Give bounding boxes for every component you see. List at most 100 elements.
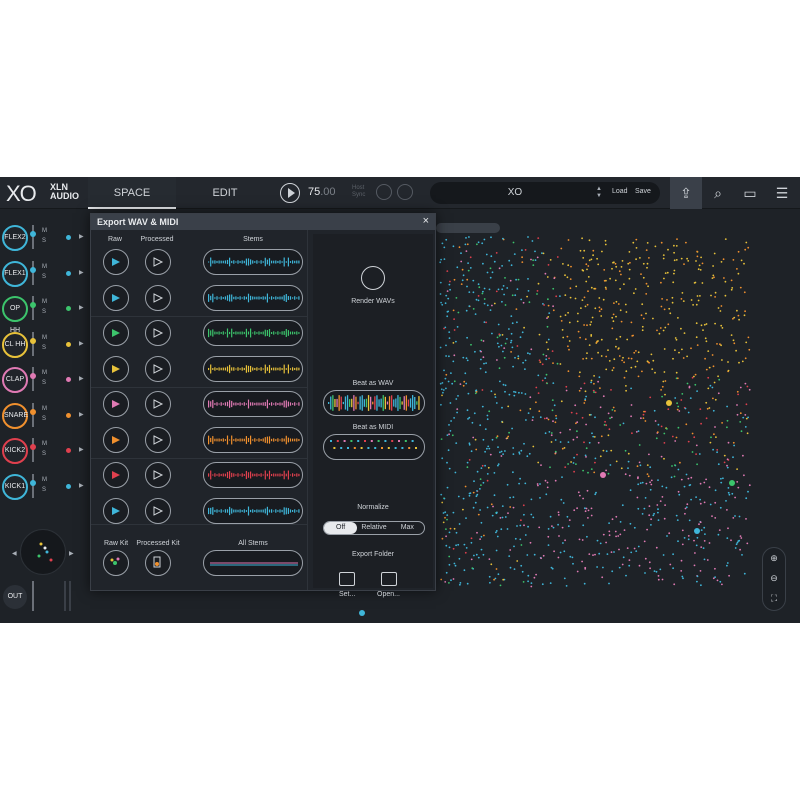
- sample-dot[interactable]: [639, 482, 642, 484]
- sample-dot[interactable]: [617, 303, 620, 305]
- sample-dot[interactable]: [592, 435, 595, 438]
- sample-dot[interactable]: [440, 438, 443, 440]
- sample-dot[interactable]: [484, 371, 487, 374]
- sample-dot[interactable]: [623, 283, 625, 286]
- sample-dot[interactable]: [491, 332, 493, 335]
- sample-dot[interactable]: [481, 389, 484, 391]
- sample-dot[interactable]: [585, 263, 588, 266]
- sample-dot[interactable]: [605, 541, 607, 544]
- sample-dot[interactable]: [552, 362, 554, 364]
- sample-dot[interactable]: [474, 350, 476, 353]
- sample-dot[interactable]: [472, 491, 475, 494]
- sample-dot[interactable]: [573, 470, 575, 473]
- sample-dot[interactable]: [446, 518, 448, 521]
- sample-dot[interactable]: [445, 238, 448, 241]
- sample-dot[interactable]: [508, 555, 511, 557]
- sample-dot[interactable]: [697, 299, 700, 302]
- sample-dot[interactable]: [445, 294, 448, 297]
- sample-dot[interactable]: [622, 422, 625, 425]
- sample-dot[interactable]: [597, 263, 600, 266]
- sample-dot[interactable]: [675, 245, 678, 247]
- sample-dot[interactable]: [691, 432, 694, 435]
- sample-dot[interactable]: [513, 394, 516, 397]
- sample-dot[interactable]: [466, 466, 469, 469]
- sample-dot[interactable]: [519, 524, 522, 527]
- sample-dot[interactable]: [720, 477, 722, 480]
- sample-dot[interactable]: [557, 523, 559, 526]
- stem-drag-pill[interactable]: [203, 462, 303, 488]
- sample-dot[interactable]: [517, 278, 520, 281]
- sample-dot[interactable]: [618, 355, 621, 357]
- sample-dot[interactable]: [541, 379, 544, 382]
- sample-dot[interactable]: [519, 409, 522, 412]
- sample-dot[interactable]: [495, 512, 498, 515]
- sample-dot[interactable]: [736, 413, 739, 416]
- sample-dot[interactable]: [555, 417, 558, 420]
- sample-dot[interactable]: [587, 276, 590, 278]
- sample-dot[interactable]: [476, 243, 478, 246]
- sample-dot[interactable]: [657, 479, 659, 481]
- sample-dot[interactable]: [488, 447, 491, 450]
- sample-dot[interactable]: [673, 272, 675, 275]
- sample-dot[interactable]: [687, 411, 690, 414]
- sample-dot[interactable]: [459, 582, 462, 584]
- sample-dot[interactable]: [674, 337, 677, 339]
- raw-drag-icon[interactable]: [103, 249, 129, 275]
- sample-dot[interactable]: [653, 512, 655, 515]
- sample-dot[interactable]: [583, 382, 586, 385]
- normalize-relative-option[interactable]: Relative: [357, 522, 390, 534]
- sample-dot[interactable]: [673, 244, 675, 247]
- sample-dot[interactable]: [607, 412, 610, 415]
- sample-dot[interactable]: [717, 463, 720, 466]
- sample-dot[interactable]: [493, 302, 496, 305]
- sample-dot[interactable]: [643, 507, 646, 510]
- sample-dot[interactable]: [680, 399, 683, 401]
- sample-dot[interactable]: [744, 414, 747, 416]
- sample-dot[interactable]: [615, 345, 617, 348]
- sample-dot[interactable]: [523, 442, 525, 445]
- sample-dot[interactable]: [642, 276, 645, 279]
- sample-dot[interactable]: [464, 243, 467, 246]
- sample-dot[interactable]: [627, 262, 630, 265]
- sample-dot[interactable]: [584, 566, 587, 569]
- sample-dot[interactable]: [619, 309, 622, 312]
- sample-dot[interactable]: [490, 255, 493, 258]
- sample-dot[interactable]: [547, 535, 550, 538]
- sample-dot[interactable]: [717, 307, 720, 309]
- sample-dot[interactable]: [453, 354, 456, 357]
- sample-dot[interactable]: [441, 382, 444, 384]
- sample-dot[interactable]: [586, 268, 588, 271]
- sample-dot[interactable]: [481, 405, 484, 408]
- sample-dot[interactable]: [714, 567, 716, 570]
- sample-dot[interactable]: [712, 274, 715, 277]
- sample-dot[interactable]: [723, 277, 725, 279]
- sample-dot[interactable]: [486, 271, 489, 274]
- sample-dot[interactable]: [671, 296, 674, 299]
- sample-dot[interactable]: [467, 269, 470, 272]
- sample-dot[interactable]: [551, 350, 554, 352]
- sample-dot[interactable]: [488, 410, 491, 413]
- sample-dot[interactable]: [496, 435, 499, 438]
- sample-dot[interactable]: [547, 264, 550, 266]
- sample-dot[interactable]: [653, 409, 656, 412]
- sample-dot[interactable]: [703, 323, 706, 326]
- sample-dot[interactable]: [487, 466, 490, 469]
- sample-dot[interactable]: [623, 361, 625, 364]
- sample-dot[interactable]: [646, 360, 649, 363]
- sample-dot[interactable]: [466, 243, 469, 246]
- sample-dot[interactable]: [463, 569, 466, 572]
- sample-dot[interactable]: [652, 359, 655, 362]
- sample-dot[interactable]: [555, 414, 557, 417]
- sample-dot[interactable]: [667, 248, 669, 251]
- sample-dot[interactable]: [573, 456, 575, 459]
- normalize-max-option[interactable]: Max: [391, 522, 424, 534]
- sample-dot[interactable]: [447, 297, 450, 300]
- sample-dot[interactable]: [525, 419, 527, 421]
- sample-dot[interactable]: [605, 288, 607, 290]
- sample-dot[interactable]: [699, 295, 701, 297]
- sample-dot[interactable]: [720, 481, 723, 484]
- sample-dot[interactable]: [461, 279, 464, 282]
- sample-dot[interactable]: [478, 286, 481, 289]
- sample-dot[interactable]: [586, 303, 589, 306]
- sample-dot[interactable]: [468, 291, 471, 293]
